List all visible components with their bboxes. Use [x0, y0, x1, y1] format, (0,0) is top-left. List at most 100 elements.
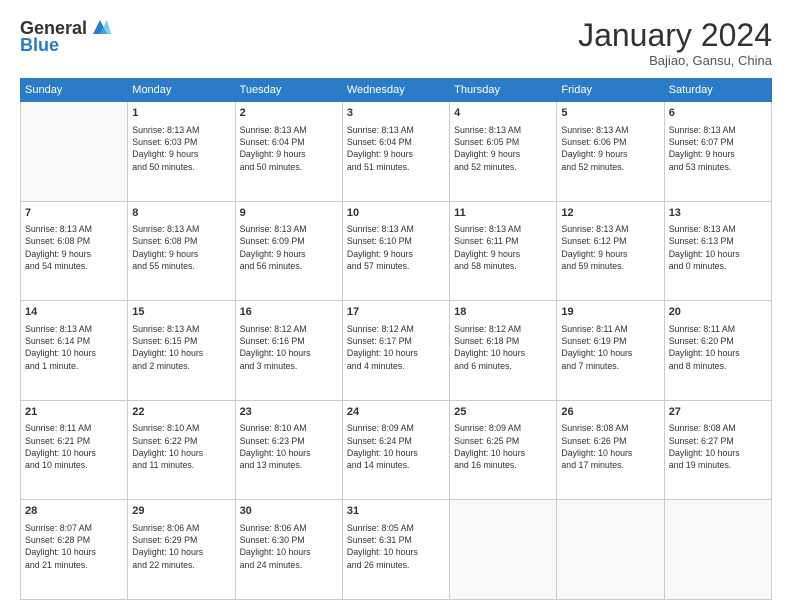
calendar-week-row: 28 Sunrise: 8:07 AMSunset: 6:28 PMDayligh… [21, 500, 772, 600]
day-number: 17 [347, 305, 445, 320]
table-row: 1 Sunrise: 8:13 AMSunset: 6:03 PMDaylight… [128, 102, 235, 202]
day-number: 7 [25, 206, 123, 221]
table-row [664, 500, 771, 600]
col-tuesday: Tuesday [235, 79, 342, 102]
table-row: 23 Sunrise: 8:10 AMSunset: 6:23 PMDayligh… [235, 400, 342, 500]
day-number: 8 [132, 206, 230, 221]
table-row: 30Sunrise: 8:06 AMSunset: 6:30 PMDayligh… [235, 500, 342, 600]
col-saturday: Saturday [664, 79, 771, 102]
day-number: 31 [347, 504, 445, 519]
logo: General Blue [20, 18, 111, 54]
day-info: Sunrise: 8:13 AMSunset: 6:05 PMDaylight:… [454, 124, 552, 173]
day-info: Sunrise: 8:13 AMSunset: 6:14 PMDaylight:… [25, 323, 123, 372]
table-row: 6Sunrise: 8:13 AMSunset: 6:07 PMDaylight… [664, 102, 771, 202]
day-info: Sunrise: 8:10 AMSunset: 6:22 PMDaylight:… [132, 422, 230, 471]
calendar-week-row: 1 Sunrise: 8:13 AMSunset: 6:03 PMDaylight… [21, 102, 772, 202]
table-row: 14 Sunrise: 8:13 AMSunset: 6:14 PMDayligh… [21, 301, 128, 401]
day-number: 19 [561, 305, 659, 320]
day-number: 5 [561, 106, 659, 121]
day-number: 18 [454, 305, 552, 320]
day-number: 22 [132, 405, 230, 420]
table-row: 27Sunrise: 8:08 AMSunset: 6:27 PMDayligh… [664, 400, 771, 500]
logo-icon [89, 16, 111, 38]
day-info: Sunrise: 8:13 AMSunset: 6:13 PMDaylight:… [669, 223, 767, 272]
day-number: 1 [132, 106, 230, 121]
table-row: 20 Sunrise: 8:11 AMSunset: 6:20 PMDayligh… [664, 301, 771, 401]
col-monday: Monday [128, 79, 235, 102]
day-info: Sunrise: 8:13 AMSunset: 6:07 PMDaylight:… [669, 124, 767, 173]
day-info: Sunrise: 8:07 AMSunset: 6:28 PMDaylight:… [25, 522, 123, 571]
day-info: Sunrise: 8:12 AMSunset: 6:18 PMDaylight:… [454, 323, 552, 372]
day-info: Sunrise: 8:13 AMSunset: 6:04 PMDaylight:… [240, 124, 338, 173]
day-number: 24 [347, 405, 445, 420]
day-info: Sunrise: 8:13 AMSunset: 6:03 PMDaylight:… [132, 124, 230, 173]
day-info: Sunrise: 8:11 AMSunset: 6:20 PMDaylight:… [669, 323, 767, 372]
day-number: 2 [240, 106, 338, 121]
table-row: 11 Sunrise: 8:13 AMSunset: 6:11 PMDayligh… [450, 201, 557, 301]
title-block: January 2024 Bajiao, Gansu, China [578, 18, 772, 68]
table-row: 5 Sunrise: 8:13 AMSunset: 6:06 PMDaylight… [557, 102, 664, 202]
col-friday: Friday [557, 79, 664, 102]
day-number: 28 [25, 504, 123, 519]
table-row: 7 Sunrise: 8:13 AMSunset: 6:08 PMDaylight… [21, 201, 128, 301]
location-subtitle: Bajiao, Gansu, China [578, 53, 772, 68]
col-sunday: Sunday [21, 79, 128, 102]
table-row: 16Sunrise: 8:12 AMSunset: 6:16 PMDayligh… [235, 301, 342, 401]
day-info: Sunrise: 8:13 AMSunset: 6:09 PMDaylight:… [240, 223, 338, 272]
calendar-header-row: Sunday Monday Tuesday Wednesday Thursday… [21, 79, 772, 102]
day-info: Sunrise: 8:05 AMSunset: 6:31 PMDaylight:… [347, 522, 445, 571]
day-number: 27 [669, 405, 767, 420]
day-number: 26 [561, 405, 659, 420]
day-info: Sunrise: 8:10 AMSunset: 6:23 PMDaylight:… [240, 422, 338, 471]
day-info: Sunrise: 8:09 AMSunset: 6:25 PMDaylight:… [454, 422, 552, 471]
table-row: 2 Sunrise: 8:13 AMSunset: 6:04 PMDaylight… [235, 102, 342, 202]
month-title: January 2024 [578, 18, 772, 53]
day-number: 14 [25, 305, 123, 320]
table-row: 26 Sunrise: 8:08 AMSunset: 6:26 PMDayligh… [557, 400, 664, 500]
table-row [557, 500, 664, 600]
table-row [21, 102, 128, 202]
calendar-week-row: 7 Sunrise: 8:13 AMSunset: 6:08 PMDaylight… [21, 201, 772, 301]
table-row: 18 Sunrise: 8:12 AMSunset: 6:18 PMDayligh… [450, 301, 557, 401]
day-number: 13 [669, 206, 767, 221]
table-row: 3Sunrise: 8:13 AMSunset: 6:04 PMDaylight… [342, 102, 449, 202]
day-info: Sunrise: 8:13 AMSunset: 6:11 PMDaylight:… [454, 223, 552, 272]
page-header: General Blue January 2024 Bajiao, Gansu,… [20, 18, 772, 68]
table-row: 12 Sunrise: 8:13 AMSunset: 6:12 PMDayligh… [557, 201, 664, 301]
day-number: 4 [454, 106, 552, 121]
table-row: 15Sunrise: 8:13 AMSunset: 6:15 PMDayligh… [128, 301, 235, 401]
day-info: Sunrise: 8:13 AMSunset: 6:06 PMDaylight:… [561, 124, 659, 173]
calendar-table: Sunday Monday Tuesday Wednesday Thursday… [20, 78, 772, 600]
table-row: 28 Sunrise: 8:07 AMSunset: 6:28 PMDayligh… [21, 500, 128, 600]
table-row: 19 Sunrise: 8:11 AMSunset: 6:19 PMDayligh… [557, 301, 664, 401]
day-info: Sunrise: 8:13 AMSunset: 6:10 PMDaylight:… [347, 223, 445, 272]
table-row [450, 500, 557, 600]
day-info: Sunrise: 8:09 AMSunset: 6:24 PMDaylight:… [347, 422, 445, 471]
day-number: 30 [240, 504, 338, 519]
day-info: Sunrise: 8:13 AMSunset: 6:08 PMDaylight:… [25, 223, 123, 272]
calendar-page: General Blue January 2024 Bajiao, Gansu,… [0, 0, 792, 612]
calendar-week-row: 14 Sunrise: 8:13 AMSunset: 6:14 PMDayligh… [21, 301, 772, 401]
table-row: 13 Sunrise: 8:13 AMSunset: 6:13 PMDayligh… [664, 201, 771, 301]
day-info: Sunrise: 8:12 AMSunset: 6:17 PMDaylight:… [347, 323, 445, 372]
day-number: 20 [669, 305, 767, 320]
day-number: 12 [561, 206, 659, 221]
col-thursday: Thursday [450, 79, 557, 102]
table-row: 31 Sunrise: 8:05 AMSunset: 6:31 PMDayligh… [342, 500, 449, 600]
day-info: Sunrise: 8:13 AMSunset: 6:12 PMDaylight:… [561, 223, 659, 272]
table-row: 17 Sunrise: 8:12 AMSunset: 6:17 PMDayligh… [342, 301, 449, 401]
day-info: Sunrise: 8:11 AMSunset: 6:21 PMDaylight:… [25, 422, 123, 471]
day-number: 11 [454, 206, 552, 221]
day-info: Sunrise: 8:13 AMSunset: 6:15 PMDaylight:… [132, 323, 230, 372]
day-number: 3 [347, 106, 445, 121]
day-number: 25 [454, 405, 552, 420]
logo-blue: Blue [20, 36, 111, 54]
day-number: 23 [240, 405, 338, 420]
table-row: 25 Sunrise: 8:09 AMSunset: 6:25 PMDayligh… [450, 400, 557, 500]
table-row: 21 Sunrise: 8:11 AMSunset: 6:21 PMDayligh… [21, 400, 128, 500]
calendar-week-row: 21 Sunrise: 8:11 AMSunset: 6:21 PMDayligh… [21, 400, 772, 500]
day-number: 21 [25, 405, 123, 420]
table-row: 8Sunrise: 8:13 AMSunset: 6:08 PMDaylight… [128, 201, 235, 301]
day-info: Sunrise: 8:11 AMSunset: 6:19 PMDaylight:… [561, 323, 659, 372]
day-info: Sunrise: 8:08 AMSunset: 6:26 PMDaylight:… [561, 422, 659, 471]
